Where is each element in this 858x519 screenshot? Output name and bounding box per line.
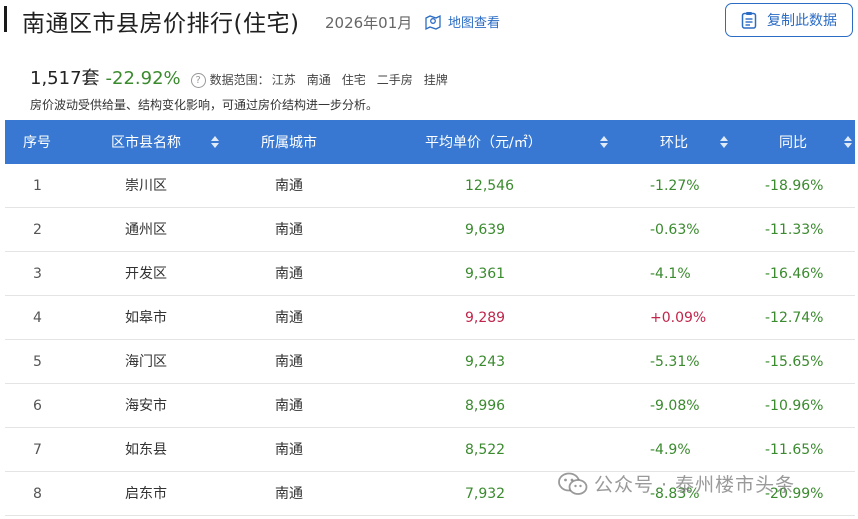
scope-market: 二手房	[376, 73, 413, 87]
row-city: 南通	[275, 398, 303, 414]
row-mom: -5.31%	[650, 354, 700, 370]
table-row: 3 开发区 南通 9,361 -4.1% -16.46%	[5, 252, 855, 296]
wechat-icon	[558, 472, 588, 495]
table-row: 6 海安市 南通 8,996 -9.08% -10.96%	[5, 384, 855, 428]
sort-mom-icon[interactable]	[720, 136, 728, 148]
map-pin-icon	[425, 14, 441, 30]
table-header: 序号 区市县名称 所属城市 平均单价（元/㎡） 环比 同比	[5, 120, 855, 164]
count-change: -22.92%	[105, 68, 181, 89]
row-price: 9,639	[465, 222, 506, 238]
row-city: 南通	[275, 354, 303, 370]
scope-city: 南通	[306, 73, 331, 87]
row-city: 南通	[275, 442, 303, 458]
title-accent-bar	[4, 6, 7, 32]
table-row: 5 海门区 南通 9,243 -5.31% -15.65%	[5, 340, 855, 384]
scope-label: 数据范围：	[209, 73, 270, 87]
period-label: 2026年01月	[325, 14, 413, 32]
row-price: 9,289	[465, 310, 506, 326]
row-city: 南通	[275, 222, 303, 238]
row-mom: +0.09%	[650, 310, 707, 326]
row-yoy: -11.33%	[765, 222, 824, 238]
row-price: 8,522	[465, 442, 506, 458]
row-district: 通州区	[125, 222, 167, 238]
row-price: 9,361	[465, 266, 506, 282]
header-price[interactable]: 平均单价（元/㎡）	[425, 120, 542, 164]
row-yoy: -10.96%	[765, 398, 824, 414]
header-district[interactable]: 区市县名称	[111, 120, 181, 164]
scope-source: 挂牌	[423, 73, 448, 87]
row-mom: -1.27%	[650, 178, 700, 194]
table-row: 7 如东县 南通 8,522 -4.9% -11.65%	[5, 428, 855, 472]
header-yoy[interactable]: 同比	[779, 120, 807, 164]
scope-type: 住宅	[341, 73, 366, 87]
sort-district-icon[interactable]	[211, 136, 219, 148]
help-icon[interactable]: ?	[190, 73, 206, 88]
row-no: 2	[33, 222, 42, 238]
row-district: 如东县	[125, 442, 167, 458]
row-no: 7	[33, 442, 42, 458]
row-no: 8	[33, 486, 42, 502]
row-no: 6	[33, 398, 42, 414]
row-mom: -9.08%	[650, 398, 700, 414]
row-city: 南通	[275, 266, 303, 282]
row-price: 8,996	[465, 398, 506, 414]
header-no: 序号	[23, 135, 51, 151]
sort-yoy-icon[interactable]	[844, 136, 852, 148]
header-mom[interactable]: 环比	[660, 120, 688, 164]
table-row: 4 如皋市 南通 9,289 +0.09% -12.74%	[5, 296, 855, 340]
scope-province: 江苏	[271, 73, 296, 87]
map-view-label: 地图查看	[448, 16, 501, 31]
row-city: 南通	[275, 178, 303, 194]
row-no: 3	[33, 266, 42, 282]
row-district: 开发区	[125, 266, 167, 282]
table-body: 1 崇川区 南通 12,546 -1.27% -18.96% 2 通州区 南通 …	[5, 164, 855, 516]
row-no: 4	[33, 310, 42, 326]
watermark-text: 公众号 · 泰州楼市头条	[594, 474, 796, 496]
listing-count: 1,517套	[30, 68, 100, 89]
row-no: 5	[33, 354, 42, 370]
header-city: 所属城市	[261, 135, 317, 151]
map-view-link[interactable]: 地图查看	[424, 12, 500, 31]
row-yoy: -15.65%	[765, 354, 824, 370]
copy-data-button[interactable]: 复制此数据	[725, 3, 853, 37]
row-city: 南通	[275, 310, 303, 326]
row-price: 7,932	[465, 486, 506, 502]
row-district: 崇川区	[125, 178, 167, 194]
row-district: 启东市	[125, 486, 167, 502]
table-row: 1 崇川区 南通 12,546 -1.27% -18.96%	[5, 164, 855, 208]
row-no: 1	[33, 178, 42, 194]
row-mom: -4.1%	[650, 266, 691, 282]
row-yoy: -18.96%	[765, 178, 824, 194]
row-yoy: -16.46%	[765, 266, 824, 282]
row-district: 海门区	[125, 354, 167, 370]
sort-price-icon[interactable]	[600, 136, 608, 148]
row-yoy: -11.65%	[765, 442, 824, 458]
row-yoy: -12.74%	[765, 310, 824, 326]
copy-data-label: 复制此数据	[767, 13, 837, 29]
clipboard-icon	[741, 12, 757, 29]
row-mom: -0.63%	[650, 222, 700, 238]
row-price: 9,243	[465, 354, 506, 370]
row-price: 12,546	[465, 178, 514, 194]
summary-line: 1,517套 -22.92% ? 数据范围： 江苏 南通 住宅 二手房 挂牌	[30, 64, 448, 90]
page-title: 南通区市县房价排行(住宅)	[22, 11, 300, 37]
watermark: 公众号 · 泰州楼市头条	[558, 470, 795, 497]
row-district: 海安市	[125, 398, 167, 414]
row-district: 如皋市	[125, 310, 167, 326]
price-note: 房价波动受供给量、结构变化影响，可通过房价结构进一步分析。	[30, 98, 379, 112]
table-row: 2 通州区 南通 9,639 -0.63% -11.33%	[5, 208, 855, 252]
row-mom: -4.9%	[650, 442, 691, 458]
row-city: 南通	[275, 486, 303, 502]
